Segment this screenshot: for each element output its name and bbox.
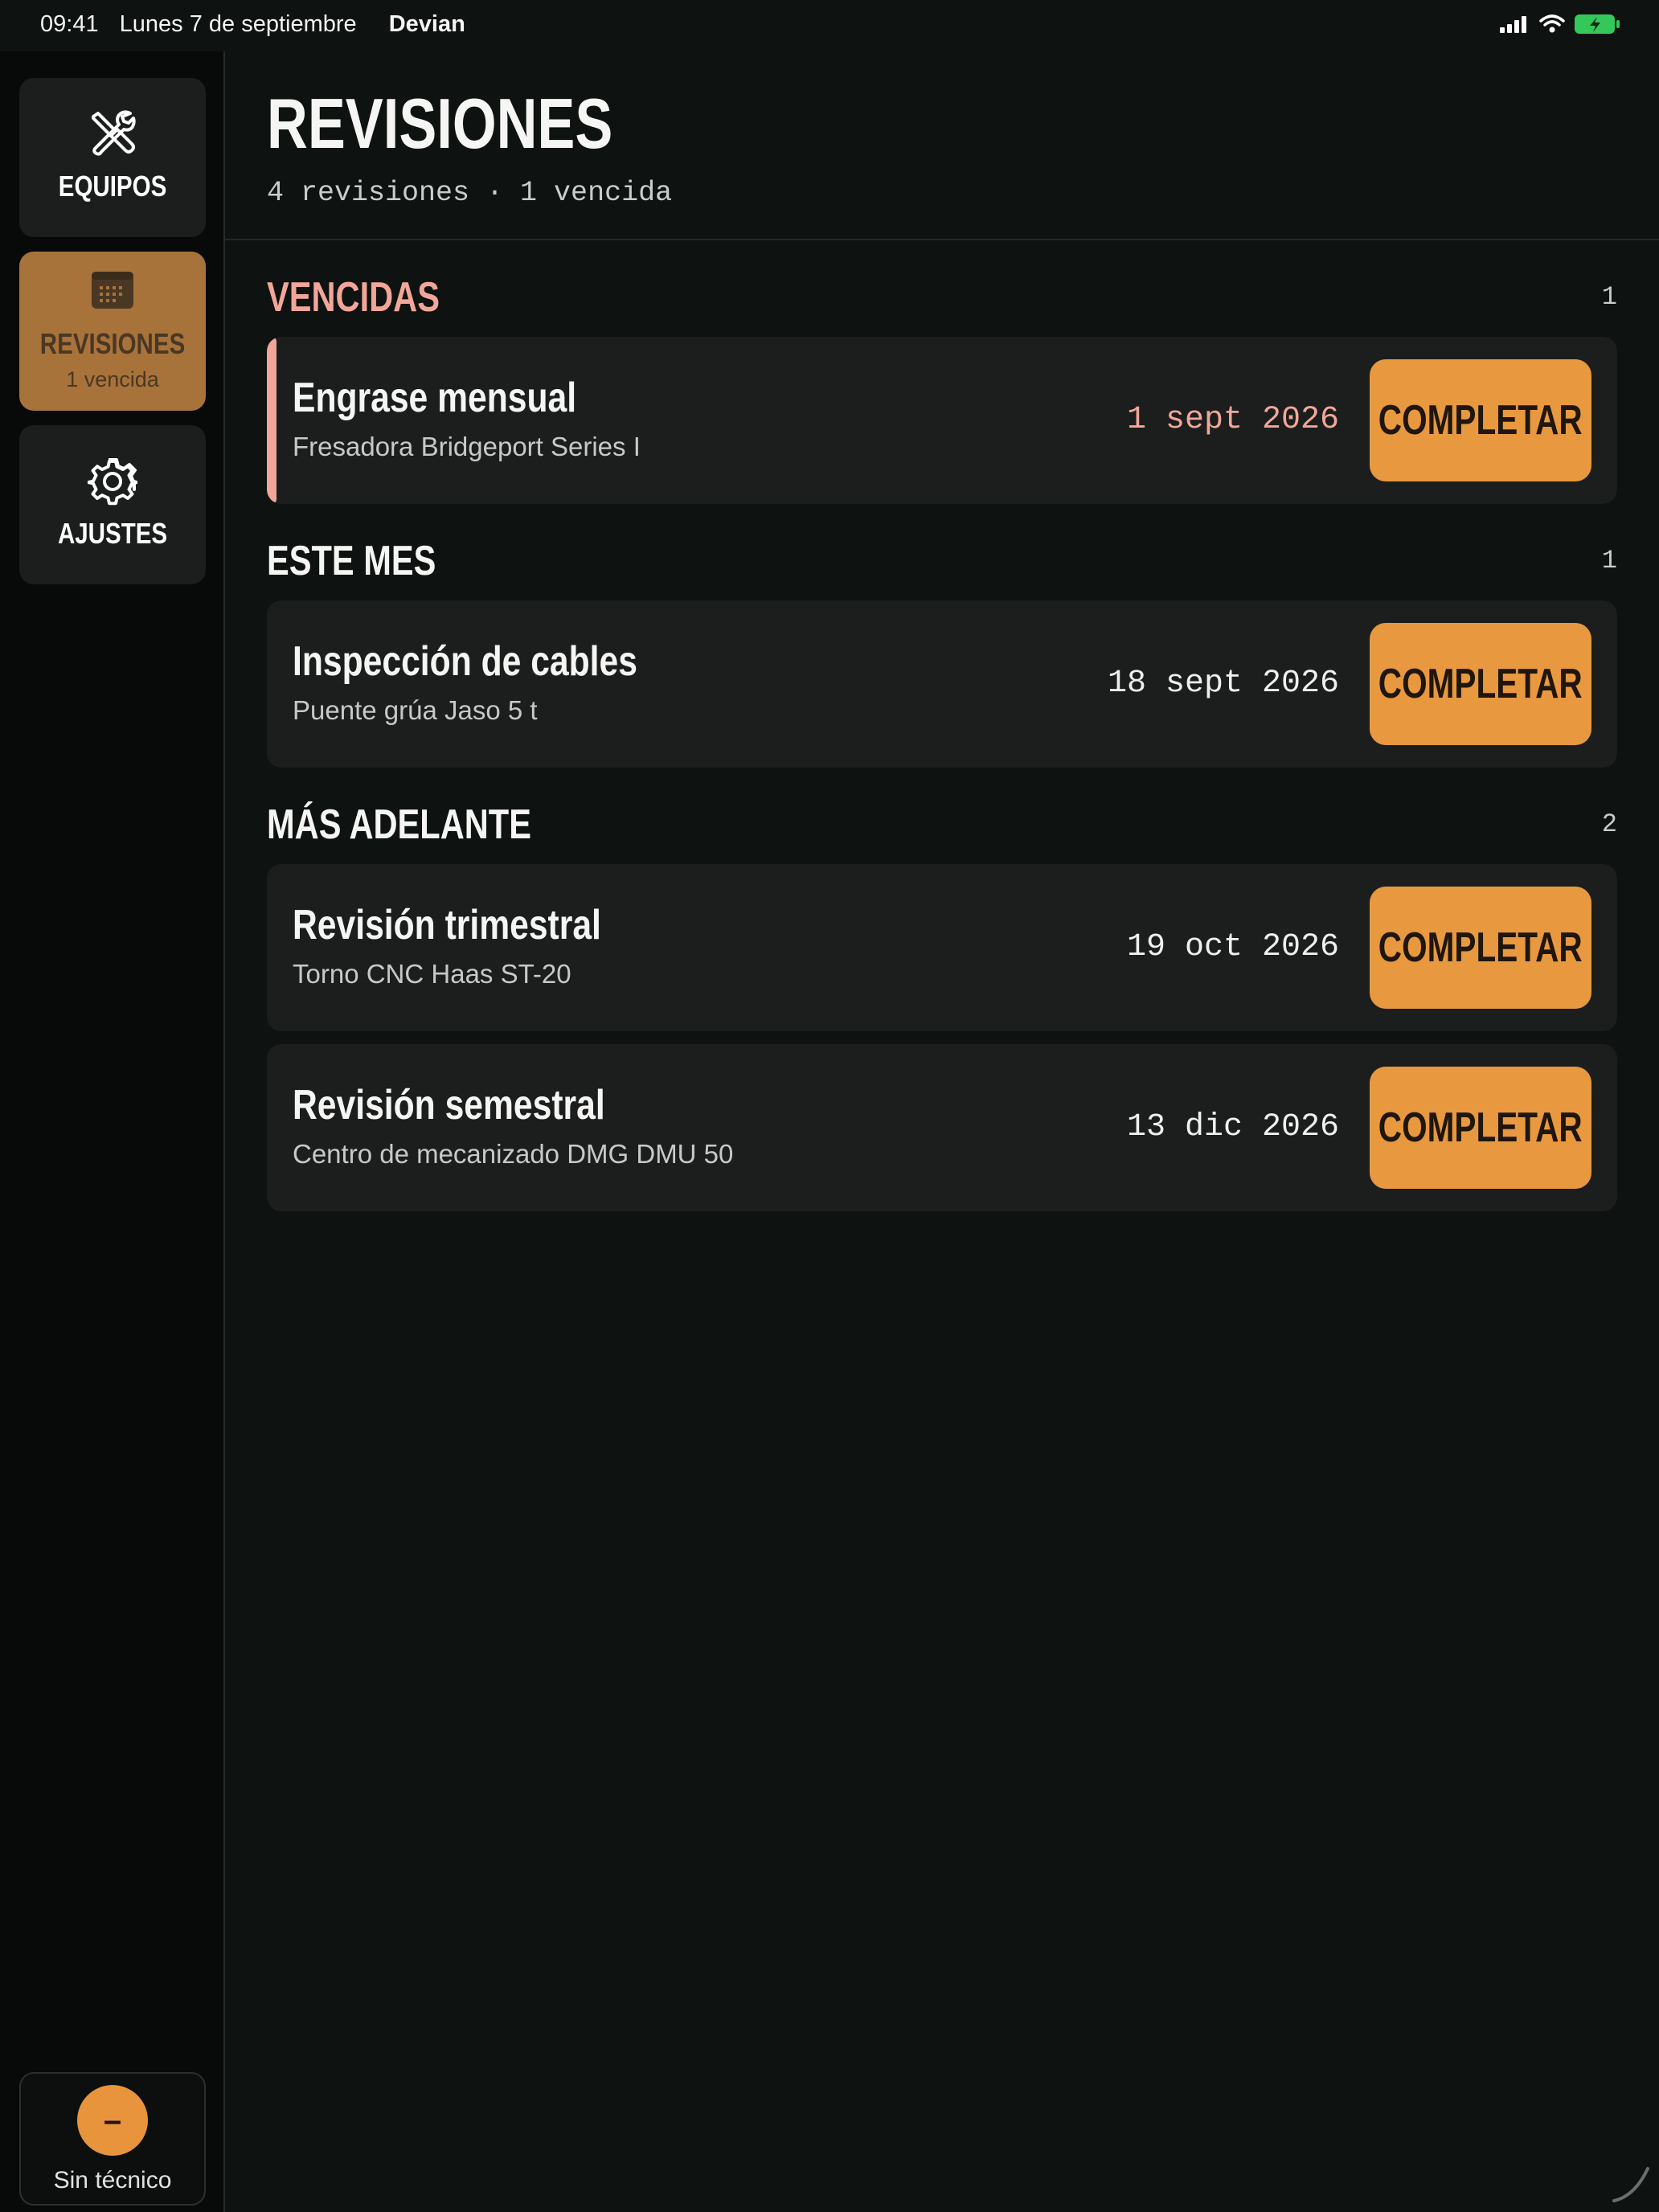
complete-button[interactable]: COMPLETAR	[1370, 1067, 1591, 1189]
status-app-name: Devian	[388, 11, 465, 37]
revision-title: Revisión trimestral	[293, 902, 601, 948]
technician-selector[interactable]: – Sin técnico	[19, 2072, 206, 2206]
section-count: 1	[1601, 282, 1617, 312]
revision-card[interactable]: Revisión trimestral Torno CNC Haas ST-20…	[267, 864, 1617, 1031]
sidebar-item-label: REVISIONES	[39, 327, 186, 360]
page-header: REVISIONES 4 revisiones · 1 vencida	[267, 84, 699, 210]
signal-icon	[1500, 16, 1526, 33]
section-title: VENCIDAS	[267, 274, 440, 321]
header-divider	[225, 239, 1659, 240]
section-header-overdue: VENCIDAS 1	[267, 273, 1617, 322]
status-bar-right	[1498, 13, 1620, 35]
revision-card[interactable]: Engrase mensual Fresadora Bridgeport Ser…	[267, 337, 1617, 504]
revision-due-date: 19 oct 2026	[1126, 929, 1339, 965]
sidebar: EQUIPOS REVISIONES 1 vencida AJUSTES – S…	[0, 51, 223, 2212]
revision-card[interactable]: Inspección de cables Puente grúa Jaso 5 …	[267, 600, 1617, 768]
resize-handle-icon	[1612, 2167, 1649, 2202]
calendar-icon	[90, 264, 135, 316]
revision-equipment: Fresadora Bridgeport Series I	[293, 432, 641, 461]
page-title: REVISIONES	[267, 84, 613, 163]
page-subtitle: 4 revisiones · 1 vencida	[267, 177, 673, 209]
sidebar-item-equipos[interactable]: EQUIPOS	[19, 78, 206, 237]
complete-button[interactable]: COMPLETAR	[1370, 887, 1591, 1009]
section-title: ESTE MES	[267, 538, 436, 584]
sidebar-item-label: EQUIPOS	[58, 170, 167, 203]
sidebar-item-badge: 1 vencida	[66, 367, 159, 391]
revision-equipment: Centro de mecanizado DMG DMU 50	[293, 1139, 734, 1169]
complete-button[interactable]: COMPLETAR	[1370, 359, 1591, 481]
sidebar-item-label: AJUSTES	[57, 517, 168, 550]
revision-due-date: 13 dic 2026	[1126, 1109, 1339, 1145]
gear-icon	[88, 456, 137, 507]
status-date: Lunes 7 de septiembre	[119, 11, 357, 37]
section-header-this-month: ESTE MES 1	[267, 537, 1617, 585]
section-count: 2	[1601, 809, 1617, 839]
status-time: 09:41	[40, 11, 99, 37]
sidebar-item-ajustes[interactable]: AJUSTES	[19, 425, 206, 584]
wifi-icon	[1539, 14, 1565, 33]
revision-title: Engrase mensual	[293, 375, 577, 421]
complete-button-label: COMPLETAR	[1378, 397, 1583, 444]
battery-charging-icon	[1575, 14, 1620, 34]
technician-label: Sin técnico	[53, 2167, 172, 2194]
avatar: –	[77, 2085, 148, 2156]
revision-equipment: Puente grúa Jaso 5 t	[293, 695, 538, 725]
revision-card[interactable]: Revisión semestral Centro de mecanizado …	[267, 1044, 1617, 1211]
revision-equipment: Torno CNC Haas ST-20	[293, 959, 571, 989]
tools-icon	[87, 109, 138, 160]
sidebar-divider	[223, 51, 225, 2212]
revision-due-date: 18 sept 2026	[1107, 666, 1339, 702]
revision-title: Revisión semestral	[293, 1082, 605, 1129]
status-bar: 09:41 Lunes 7 de septiembre Devian	[0, 0, 1659, 51]
status-bar-left: 09:41 Lunes 7 de septiembre Devian	[40, 11, 480, 38]
complete-button-label: COMPLETAR	[1378, 924, 1583, 971]
complete-button-label: COMPLETAR	[1378, 1104, 1583, 1151]
sidebar-item-revisiones[interactable]: REVISIONES 1 vencida	[19, 252, 206, 411]
complete-button-label: COMPLETAR	[1378, 661, 1583, 707]
revision-title: Inspección de cables	[293, 638, 637, 685]
complete-button[interactable]: COMPLETAR	[1370, 623, 1591, 745]
overdue-accent-bar	[267, 337, 276, 504]
section-title: MÁS ADELANTE	[267, 801, 531, 848]
revision-due-date: 1 sept 2026	[1126, 402, 1339, 438]
section-header-later: MÁS ADELANTE 2	[267, 801, 1617, 849]
section-count: 1	[1601, 546, 1617, 576]
